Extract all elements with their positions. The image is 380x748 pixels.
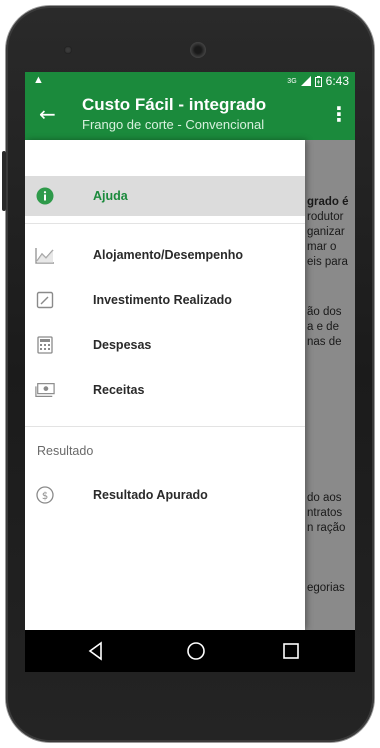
- status-time: 6:43: [325, 74, 349, 88]
- svg-text:$: $: [42, 491, 48, 502]
- body-text-line: ão dos: [307, 306, 342, 318]
- drawer-item-label: Ajuda: [93, 189, 128, 203]
- nav-recents-icon[interactable]: [280, 640, 302, 662]
- body-text-line: mar o: [307, 241, 337, 253]
- drawer-item-ajuda[interactable]: Ajuda: [25, 176, 305, 216]
- screen: ▲ 3G 6:43 ← Custo Fácil - integrado Fran…: [25, 72, 355, 672]
- status-bar: ▲ 3G 6:43: [25, 72, 355, 90]
- divider: [25, 223, 305, 224]
- body-text-line: ganizar: [307, 226, 345, 238]
- warning-icon: ▲: [33, 74, 44, 86]
- drawer-item-resultado-apurado[interactable]: $ Resultado Apurado: [25, 475, 305, 515]
- arrow-back-icon[interactable]: ←: [39, 102, 56, 126]
- divider: [25, 426, 305, 427]
- drawer-item-investimento[interactable]: Investimento Realizado: [25, 280, 305, 320]
- drawer-item-despesas[interactable]: Despesas: [25, 325, 305, 365]
- signal-icon: [300, 76, 311, 86]
- sensor-dot: [64, 46, 72, 54]
- front-camera: [190, 42, 206, 58]
- info-icon: [35, 186, 55, 206]
- body-text-line: eis para: [307, 256, 348, 268]
- body-text-line: nas de: [307, 336, 342, 348]
- app-bar: ← Custo Fácil - integrado Frango de cort…: [25, 90, 355, 140]
- drawer-item-label: Alojamento/Desempenho: [93, 248, 244, 262]
- body-text-bold: grado é: [307, 196, 349, 208]
- body-text-line: grado é: [307, 196, 355, 208]
- navigation-drawer: Ajuda Alojamento/Desempenho Investimento…: [25, 140, 305, 630]
- system-nav-bar: [25, 630, 355, 672]
- drawer-item-receitas[interactable]: Receitas: [25, 370, 305, 410]
- body-text-line: do aos: [307, 492, 342, 504]
- calculator-icon: [35, 335, 55, 355]
- network-type: 3G: [287, 77, 297, 85]
- battery-icon: [314, 75, 322, 87]
- cash-icon: [35, 380, 55, 400]
- nav-home-icon[interactable]: [185, 640, 207, 662]
- chart-line-icon: [35, 245, 55, 265]
- app-title: Custo Fácil - integrado: [82, 95, 267, 114]
- section-header-resultado: Resultado: [37, 444, 94, 458]
- body-text-line: a e de: [307, 321, 339, 333]
- body-text-line: n ração: [307, 522, 346, 534]
- volume-button: [2, 151, 6, 211]
- status-icons: 3G 6:43: [287, 74, 349, 88]
- edit-box-icon: [35, 290, 55, 310]
- body-text-line: egorias: [307, 582, 345, 594]
- drawer-item-label: Resultado Apurado: [93, 488, 208, 502]
- body-text-line: rodutor: [307, 211, 344, 223]
- app-subtitle: Frango de corte - Convencional: [82, 117, 265, 132]
- nav-back-icon[interactable]: [85, 640, 107, 662]
- drawer-item-label: Receitas: [93, 383, 145, 397]
- more-vert-icon[interactable]: ⋮: [329, 102, 349, 126]
- drawer-item-label: Despesas: [93, 338, 152, 352]
- body-text-line: ntratos: [307, 507, 343, 519]
- drawer-item-label: Investimento Realizado: [93, 293, 232, 307]
- dollar-circle-icon: $: [35, 485, 55, 505]
- drawer-item-alojamento[interactable]: Alojamento/Desempenho: [25, 235, 305, 275]
